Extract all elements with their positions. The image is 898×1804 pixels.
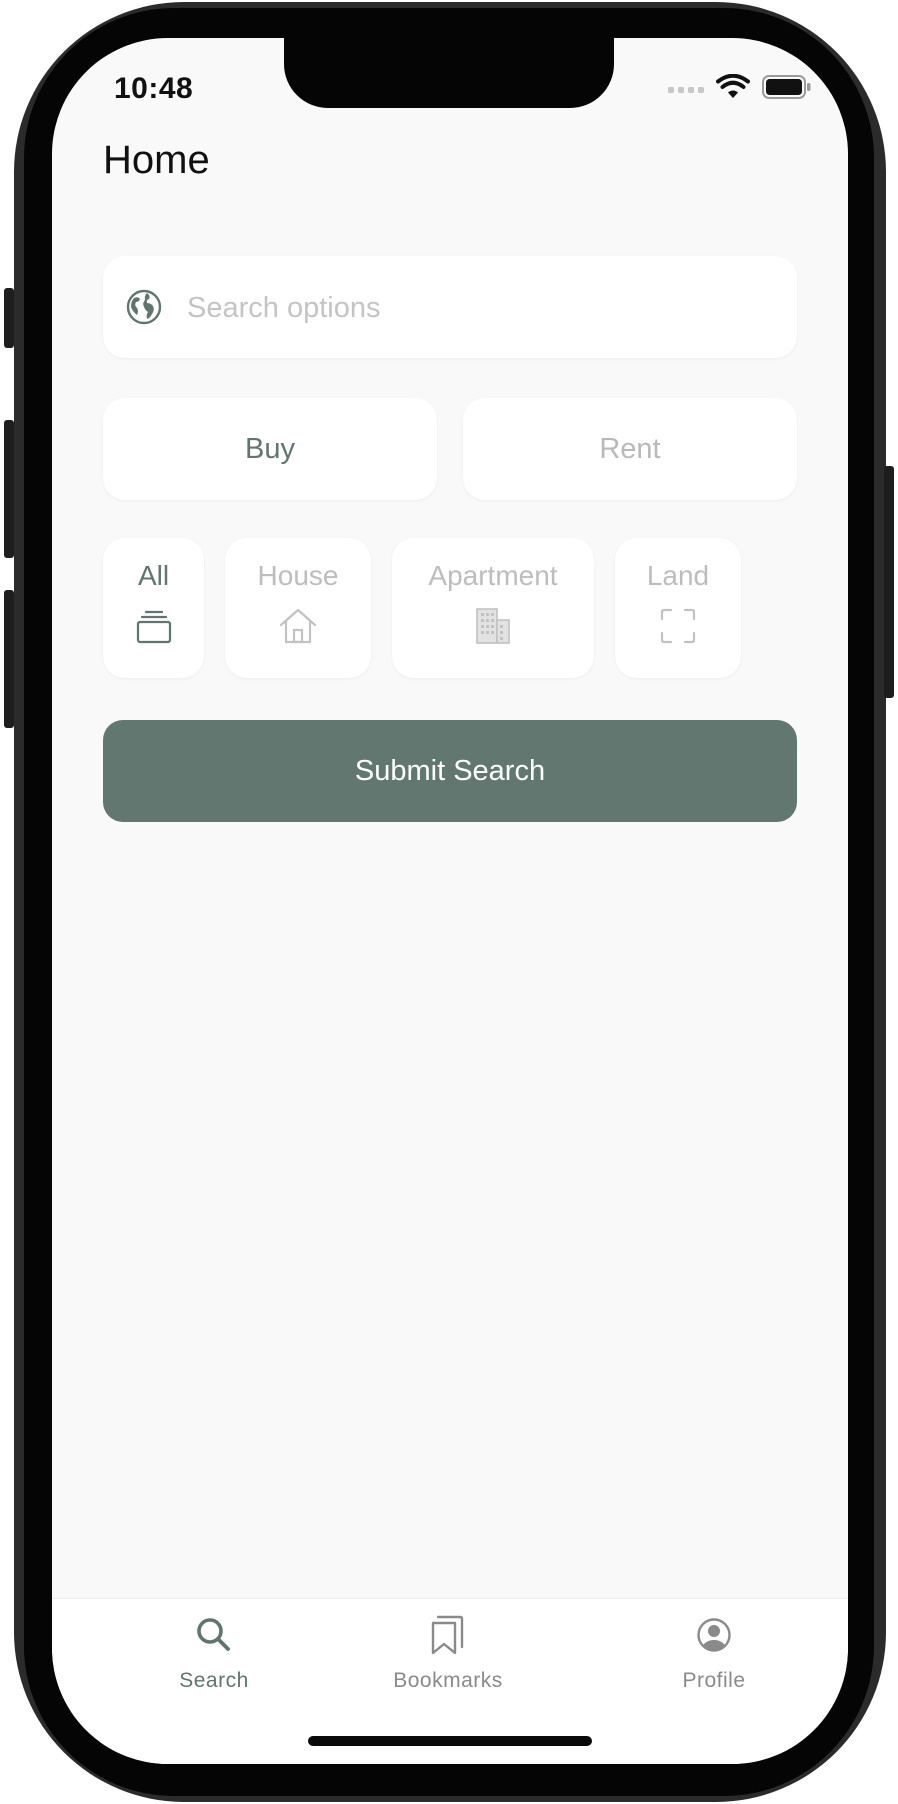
globe-icon: [125, 288, 163, 326]
status-time: 10:48: [114, 72, 194, 105]
house-icon: [278, 606, 318, 646]
search-field[interactable]: [103, 256, 797, 358]
bookmarks-icon: [426, 1613, 470, 1657]
property-type-label: House: [257, 560, 339, 591]
property-type-apartment[interactable]: Apartment: [392, 538, 594, 678]
building-icon: [473, 606, 513, 646]
buy-button[interactable]: Buy: [103, 398, 437, 500]
property-type-label: All: [137, 560, 170, 591]
battery-icon: [762, 75, 812, 104]
submit-search-label: Submit Search: [354, 754, 546, 787]
home-indicator[interactable]: [308, 1736, 592, 1746]
property-type-all[interactable]: All: [103, 538, 204, 678]
phone-screen: 10:48 Home Search options Buy Rent All H…: [52, 38, 848, 1764]
status-icons: [668, 73, 812, 105]
volume-up-button: [4, 420, 14, 558]
property-type-label: Apartment: [428, 560, 558, 591]
tab-label: Profile: [682, 1669, 746, 1692]
cellular-signal-icon: [668, 81, 704, 99]
tab-bookmarks[interactable]: Bookmarks: [358, 1613, 538, 1693]
tab-label: Bookmarks: [393, 1669, 503, 1692]
tab-search[interactable]: Search: [124, 1613, 304, 1693]
page-title: Home: [103, 138, 210, 182]
mute-switch: [4, 288, 14, 348]
wifi-icon: [716, 73, 750, 105]
search-icon: [192, 1613, 236, 1657]
tab-label: Search: [179, 1669, 249, 1692]
tab-profile[interactable]: Profile: [624, 1613, 804, 1693]
property-type-land[interactable]: Land: [615, 538, 741, 678]
search-input[interactable]: [185, 282, 769, 334]
property-type-house[interactable]: House: [225, 538, 371, 678]
rent-button-label: Rent: [599, 432, 661, 465]
submit-search-button[interactable]: Submit Search: [103, 720, 797, 822]
stack-icon: [134, 606, 174, 646]
land-frame-icon: [658, 606, 698, 646]
buy-button-label: Buy: [245, 432, 295, 465]
notch: [284, 38, 614, 108]
rent-button[interactable]: Rent: [463, 398, 797, 500]
power-button: [884, 466, 894, 698]
profile-icon: [692, 1613, 736, 1657]
volume-down-button: [4, 590, 14, 728]
property-type-label: Land: [646, 560, 710, 591]
